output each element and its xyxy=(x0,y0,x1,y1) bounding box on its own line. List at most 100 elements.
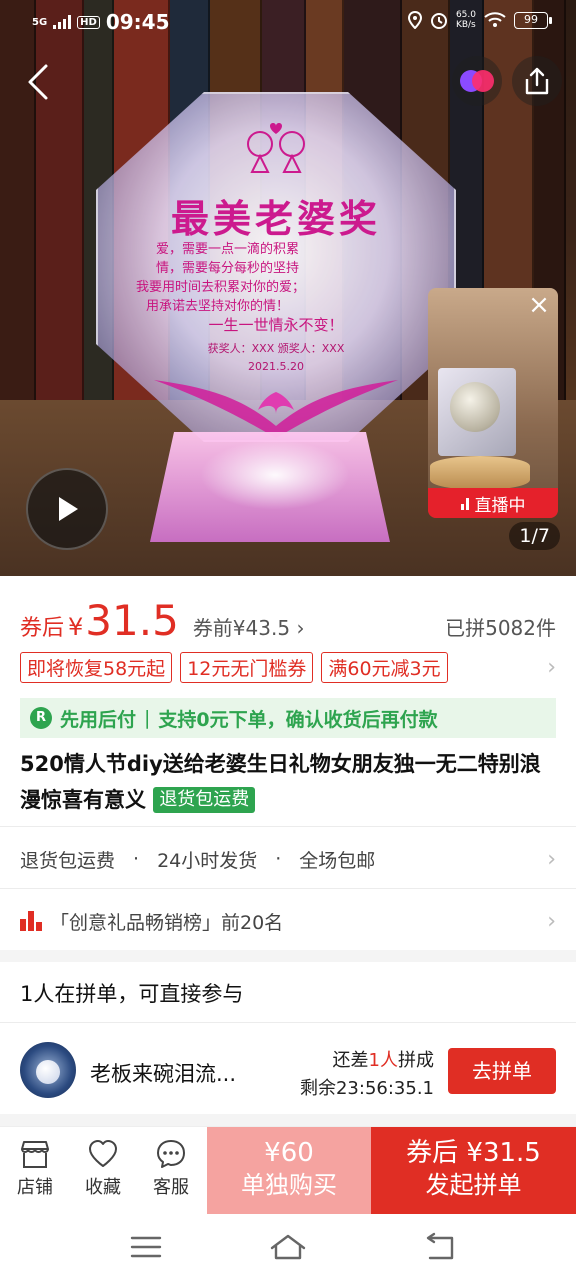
shop-button[interactable]: 店铺 xyxy=(0,1139,70,1199)
verse-line: 用承诺去坚持对你的情！ xyxy=(146,299,290,314)
status-bar: 5G HD 09:45 65.0 KB/s 99 xyxy=(0,0,576,44)
chevron-right-icon: › xyxy=(296,616,305,640)
coupon-row[interactable]: 即将恢复58元起 12元无门槛券 满60元减3元 › xyxy=(20,651,556,683)
section-divider xyxy=(0,1114,576,1126)
share-icon xyxy=(525,67,549,95)
price-before-coupon[interactable]: 券前¥43.5 › xyxy=(193,612,305,641)
service-dot: · xyxy=(275,848,282,870)
network-label: 5G xyxy=(32,16,48,28)
solo-price: ¥60 xyxy=(264,1138,314,1168)
group-header: 1人在拼单，可直接参与 xyxy=(20,982,244,1006)
verse-line: 情，需要每分每秒的坚持 xyxy=(156,261,300,276)
pay-later-desc: 支持0元下单，确认收货后再付款 xyxy=(158,708,438,731)
heart-icon xyxy=(89,1140,117,1167)
award-title: 最美老婆奖 xyxy=(170,196,381,241)
menu-icon[interactable] xyxy=(126,1232,166,1262)
price-row: 券后 ¥ 31.5 券前¥43.5 › 已拼5082件 xyxy=(20,596,556,646)
divider xyxy=(0,826,576,827)
app-logo-icon xyxy=(460,70,494,92)
app-logo-button[interactable] xyxy=(452,56,502,106)
pay-later-label: 先用后付 xyxy=(60,708,137,731)
favorite-button[interactable]: 收藏 xyxy=(68,1139,138,1199)
return-shipping-tag: 退货包运费 xyxy=(153,787,256,813)
sold-count: 已拼5082件 xyxy=(445,616,556,640)
verse-line: 爱，需要一点一滴的积累 xyxy=(156,242,300,257)
home-icon[interactable] xyxy=(268,1232,308,1262)
rank-row[interactable]: 「创意礼品畅销榜」前20名 › xyxy=(20,904,556,938)
product-title: 520情人节diy送给老婆生日礼物女朋友独一无二特别浪漫惊喜有意义 退货包运费 xyxy=(20,746,560,818)
live-preview-base xyxy=(430,456,530,490)
chevron-right-icon: › xyxy=(547,908,556,934)
rank-icon xyxy=(20,911,42,931)
alarm-icon xyxy=(430,13,447,29)
top-actions xyxy=(452,56,562,106)
award-meta: 获奖人：XXX 颁奖人：XXX xyxy=(207,342,345,355)
service-row[interactable]: 退货包运费 · 24小时发货 · 全场包邮 › xyxy=(20,842,556,876)
signal-icon xyxy=(53,15,72,29)
ornament-decoration xyxy=(154,380,398,438)
battery-icon: 99 xyxy=(514,11,552,29)
service-dot: · xyxy=(133,848,140,870)
status-time: 09:45 xyxy=(105,10,170,34)
close-icon[interactable]: × xyxy=(526,292,552,318)
customer-service-button[interactable]: 客服 xyxy=(136,1139,206,1199)
back-button[interactable] xyxy=(22,62,58,102)
base-glow xyxy=(200,440,350,510)
start-group-button[interactable]: 券后 ¥31.5 发起拼单 xyxy=(371,1127,576,1215)
group-price: 券后 ¥31.5 xyxy=(406,1138,541,1168)
group-remaining-time: 剩余23:56:35.1 xyxy=(299,1078,434,1099)
product-title-text: 520情人节diy送给老婆生日礼物女朋友独一无二特别浪漫惊喜有意义 xyxy=(20,752,541,812)
verse-line: 一生一世情永不变！ xyxy=(208,316,344,334)
section-divider xyxy=(0,950,576,962)
chevron-right-icon: › xyxy=(547,654,556,680)
group-need-suffix: 拼成 xyxy=(398,1050,434,1071)
solo-label: 单独购买 xyxy=(241,1171,337,1199)
shop-icon xyxy=(21,1141,49,1168)
rank-text: 「创意礼品畅销榜」前20名 xyxy=(50,911,284,934)
group-row[interactable]: 老板来碗泪流... 还差1人拼成 剩余23:56:35.1 去拼单 xyxy=(0,1030,576,1114)
price-prefix: 券后 xyxy=(20,616,65,641)
live-preview-moon xyxy=(450,382,500,432)
pay-later-icon: R xyxy=(30,707,52,729)
live-bars-icon xyxy=(460,496,469,510)
join-group-button[interactable]: 去拼单 xyxy=(448,1048,556,1094)
couple-illustration xyxy=(247,123,305,173)
wifi-icon xyxy=(484,12,506,27)
service-label: 客服 xyxy=(153,1177,189,1198)
group-need-prefix: 还差 xyxy=(332,1050,369,1071)
live-label: 直播中 xyxy=(428,488,558,518)
price-value: 31.5 xyxy=(85,596,179,645)
shop-label: 店铺 xyxy=(17,1177,53,1198)
net-speed-value: 65.0 xyxy=(455,10,476,20)
chevron-left-icon xyxy=(28,64,48,100)
group-user-name: 老板来碗泪流... xyxy=(90,1062,237,1086)
buy-alone-button[interactable]: ¥60 单独购买 xyxy=(207,1127,371,1215)
group-label: 发起拼单 xyxy=(425,1171,522,1199)
live-stream-card[interactable]: × 直播中 xyxy=(428,288,558,518)
net-speed: 65.0 KB/s xyxy=(456,10,476,30)
chevron-right-icon: › xyxy=(547,846,556,872)
share-button[interactable] xyxy=(512,56,562,106)
hd-badge: HD xyxy=(77,15,100,29)
image-page-counter: 1/7 xyxy=(509,522,560,550)
favorite-label: 收藏 xyxy=(85,1177,121,1198)
avatar xyxy=(20,1042,76,1098)
price-before-text: 券前¥43.5 xyxy=(192,616,291,640)
pay-later-separator: | xyxy=(144,707,151,729)
play-video-button[interactable] xyxy=(26,468,108,550)
live-label-text: 直播中 xyxy=(474,495,526,516)
net-speed-unit: KB/s xyxy=(455,20,476,30)
pay-later-banner[interactable]: R 先用后付 | 支持0元下单，确认收货后再付款 xyxy=(20,698,556,738)
verse-line: 我要用时间去积累对你的爱； xyxy=(136,280,306,295)
product-image-carousel[interactable]: 最美老婆奖 爱，需要一点一滴的积累 情，需要每分每秒的坚持 我要用时间去积累对你… xyxy=(0,0,576,576)
award-verse: 爱，需要一点一滴的积累 情，需要每分每秒的坚持 我要用时间去积累对你的爱； 用承… xyxy=(136,240,416,335)
divider xyxy=(0,1022,576,1023)
price-currency: ¥ xyxy=(68,613,84,641)
back-nav-icon[interactable] xyxy=(420,1232,460,1262)
divider xyxy=(0,888,576,889)
group-need: 还差1人拼成 xyxy=(333,1046,434,1072)
system-nav-bar xyxy=(0,1214,576,1280)
service-item: 全场包邮 xyxy=(299,849,376,872)
play-icon xyxy=(59,497,78,521)
coupon-tag: 满60元减3元 xyxy=(321,651,448,683)
